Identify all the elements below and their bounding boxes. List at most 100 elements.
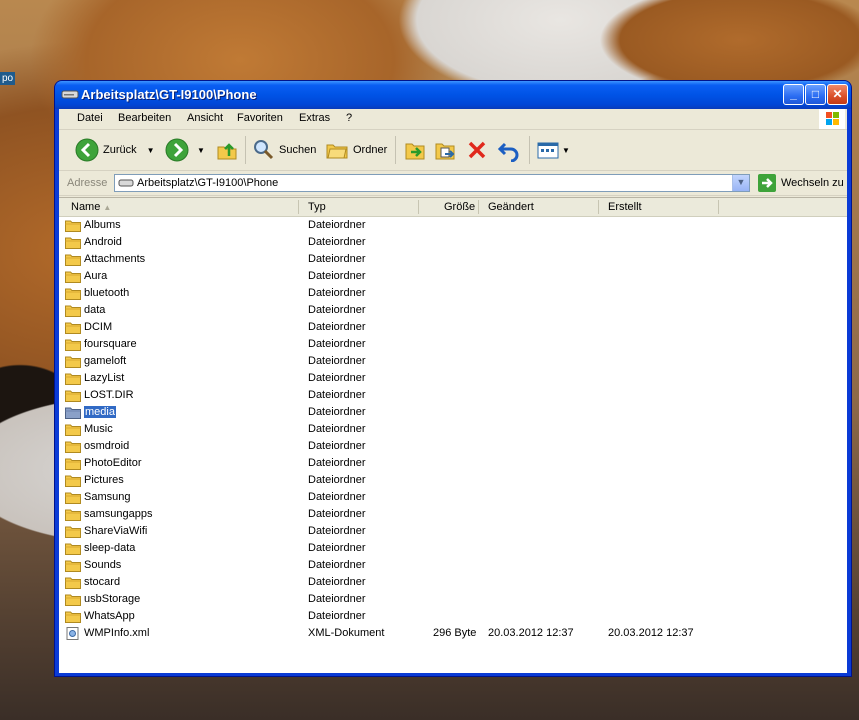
table-row[interactable]: LOST.DIR Dateiordner — [59, 387, 847, 404]
column-divider[interactable] — [478, 200, 479, 214]
toolbar-separator — [245, 136, 246, 164]
file-name: sleep-data — [84, 542, 136, 554]
views-icon — [537, 142, 559, 159]
table-row[interactable]: media Dateiordner — [59, 404, 847, 421]
address-input[interactable]: Arbeitsplatz\GT-I9100\Phone ▼ — [114, 174, 750, 192]
table-row[interactable]: LazyList Dateiordner — [59, 370, 847, 387]
table-row[interactable]: PhotoEditor Dateiordner — [59, 455, 847, 472]
copy-to-icon — [435, 143, 455, 160]
views-button[interactable]: ▼ — [536, 136, 570, 164]
folder-icon — [65, 288, 81, 300]
menu-bearbeiten[interactable]: Bearbeiten — [118, 112, 171, 124]
file-type: Dateiordner — [308, 304, 366, 316]
table-row[interactable]: data Dateiordner — [59, 302, 847, 319]
menu-extras[interactable]: Extras — [299, 112, 330, 124]
search-button[interactable]: Suchen — [251, 136, 316, 164]
menu-ansicht[interactable]: Ansicht — [187, 112, 223, 124]
table-row[interactable]: usbStorage Dateiordner — [59, 591, 847, 608]
table-row[interactable]: Pictures Dateiordner — [59, 472, 847, 489]
column-divider[interactable] — [718, 200, 719, 214]
column-type[interactable]: Typ — [308, 201, 326, 213]
menu-datei[interactable]: Datei — [77, 112, 103, 124]
table-row[interactable]: osmdroid Dateiordner — [59, 438, 847, 455]
table-row[interactable]: DCIM Dateiordner — [59, 319, 847, 336]
forward-button[interactable]: ▼ — [165, 136, 205, 164]
table-row[interactable]: bluetooth Dateiordner — [59, 285, 847, 302]
file-name: Sounds — [84, 559, 122, 571]
column-divider[interactable] — [298, 200, 299, 214]
table-row[interactable]: Music Dateiordner — [59, 421, 847, 438]
address-dropdown-button[interactable]: ▼ — [732, 175, 749, 191]
file-name: Albums — [84, 219, 121, 231]
table-row[interactable]: Samsung Dateiordner — [59, 489, 847, 506]
maximize-button[interactable]: □ — [805, 84, 826, 105]
table-row[interactable]: gameloft Dateiordner — [59, 353, 847, 370]
move-to-icon — [405, 143, 425, 160]
column-divider[interactable] — [418, 200, 419, 214]
file-type: Dateiordner — [308, 287, 366, 299]
file-list[interactable]: Name ▲ Typ Größe Geändert Erstellt Album… — [59, 197, 847, 673]
column-created[interactable]: Erstellt — [608, 201, 642, 213]
folder-icon — [65, 509, 81, 521]
table-row[interactable]: Albums Dateiordner — [59, 217, 847, 234]
file-type: Dateiordner — [308, 576, 366, 588]
delete-button[interactable] — [465, 136, 489, 164]
close-button[interactable]: ✕ — [827, 84, 848, 105]
drive-icon — [118, 179, 134, 187]
file-type: Dateiordner — [308, 508, 366, 520]
folder-icon — [65, 526, 81, 538]
folder-icon — [65, 356, 81, 368]
folders-icon — [326, 144, 348, 159]
column-size[interactable]: Größe — [444, 201, 475, 213]
file-type: Dateiordner — [308, 559, 366, 571]
file-type: XML-Dokument — [308, 627, 385, 639]
file-name: ShareViaWifi — [84, 525, 148, 537]
up-folder-button[interactable] — [215, 136, 239, 164]
go-label: Wechseln zu — [781, 177, 844, 189]
table-row[interactable]: Sounds Dateiordner — [59, 557, 847, 574]
table-row[interactable]: sleep-data Dateiordner — [59, 540, 847, 557]
file-name: Music — [84, 423, 113, 435]
title-bar[interactable]: Arbeitsplatz\GT-I9100\Phone _ □ ✕ — [55, 81, 851, 109]
views-dropdown-icon[interactable]: ▼ — [562, 146, 570, 155]
file-name: Android — [84, 236, 122, 248]
table-row[interactable]: Aura Dateiordner — [59, 268, 847, 285]
folder-icon — [65, 339, 81, 351]
column-modified[interactable]: Geändert — [488, 201, 534, 213]
column-name[interactable]: Name ▲ — [71, 201, 111, 213]
table-row[interactable]: WhatsApp Dateiordner — [59, 608, 847, 625]
menu-favoriten[interactable]: Favoriten — [237, 112, 283, 124]
file-name: data — [84, 304, 106, 316]
table-row[interactable]: Attachments Dateiordner — [59, 251, 847, 268]
file-name: Attachments — [84, 253, 146, 265]
go-button[interactable]: Wechseln zu — [758, 174, 844, 192]
table-row[interactable]: samsungapps Dateiordner — [59, 506, 847, 523]
menu-help[interactable]: ? — [346, 112, 352, 124]
file-name: osmdroid — [84, 440, 130, 452]
move-to-button[interactable] — [403, 136, 427, 164]
file-name: Aura — [84, 270, 108, 282]
file-type: Dateiordner — [308, 355, 366, 367]
table-row[interactable]: Android Dateiordner — [59, 234, 847, 251]
table-row[interactable]: foursquare Dateiordner — [59, 336, 847, 353]
forward-dropdown-icon[interactable]: ▼ — [197, 146, 205, 155]
file-name: foursquare — [84, 338, 137, 350]
undo-button[interactable] — [497, 136, 521, 164]
minimize-button[interactable]: _ — [783, 84, 804, 105]
back-button[interactable]: Zurück ▼ — [75, 136, 155, 164]
toolbar-separator — [529, 136, 530, 164]
folder-icon — [65, 577, 81, 589]
copy-to-button[interactable] — [433, 136, 457, 164]
back-dropdown-icon[interactable]: ▼ — [147, 146, 155, 155]
address-label: Adresse — [67, 177, 108, 189]
table-row[interactable]: stocard Dateiordner — [59, 574, 847, 591]
table-row[interactable]: ShareViaWifi Dateiordner — [59, 523, 847, 540]
folders-button[interactable]: Ordner — [325, 136, 387, 164]
folder-icon — [65, 373, 81, 385]
column-divider[interactable] — [598, 200, 599, 214]
table-row[interactable]: WMPInfo.xml XML-Dokument 296 Byte 20.03.201… — [59, 625, 847, 642]
desktop-icon-label[interactable]: po — [0, 72, 16, 85]
back-label: Zurück — [103, 144, 137, 156]
file-name: stocard — [84, 576, 121, 588]
folder-icon — [65, 441, 81, 453]
